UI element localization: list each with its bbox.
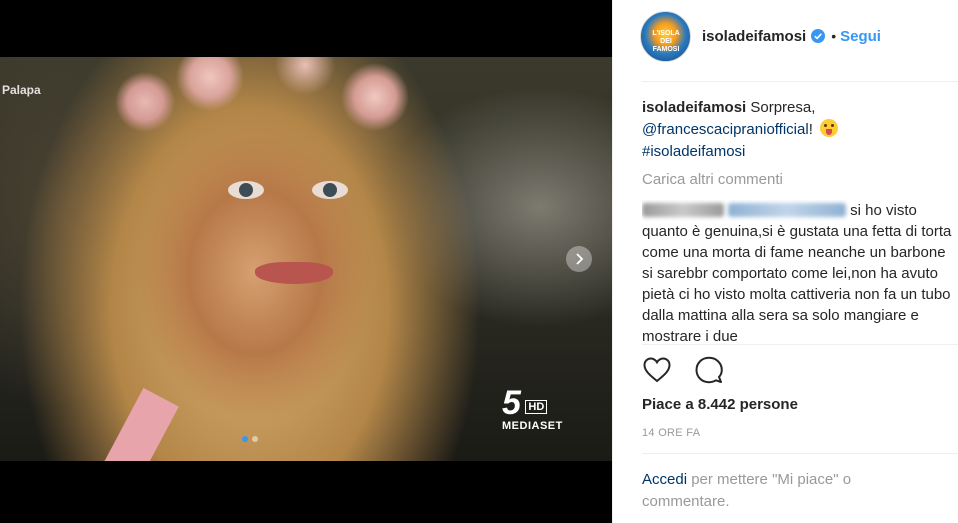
- carousel-dot-active: [242, 436, 248, 442]
- caption-exclamation: !: [808, 121, 813, 138]
- winking-tongue-emoji: [820, 119, 839, 137]
- comment-mention-blurred[interactable]: [728, 203, 846, 217]
- swimsuit-strap: [101, 387, 179, 461]
- instagram-post: Palapa 5 HD MEDIASET L'ISOLA DEI FAMOSI …: [0, 0, 958, 523]
- header-divider: [642, 81, 958, 82]
- post-media[interactable]: Palapa 5 HD MEDIASET: [0, 0, 612, 523]
- next-slide-button[interactable]: [566, 246, 592, 272]
- post-details-panel: L'ISOLA DEI FAMOSI isoladeifamosi • Segu…: [612, 0, 958, 523]
- post-timestamp[interactable]: 14 ORE FA: [642, 427, 700, 439]
- comments-divider: [642, 344, 958, 345]
- caption-mention[interactable]: @francescacipraniofficial: [642, 121, 809, 138]
- left-eye: [228, 181, 264, 199]
- comment-item: si ho visto quanto è genuina,si è gustat…: [642, 200, 958, 344]
- login-prompt: Accedi per mettere "Mi piace" o commenta…: [642, 469, 932, 513]
- header-separator: •: [831, 28, 837, 44]
- load-more-comments-button[interactable]: Carica altri commenti: [642, 171, 783, 188]
- post-header: L'ISOLA DEI FAMOSI isoladeifamosi • Segu…: [640, 10, 958, 62]
- header-username[interactable]: isoladeifamosi: [702, 28, 806, 45]
- location-watermark: Palapa: [2, 83, 41, 97]
- caption-hashtag[interactable]: #isoladeifamosi: [642, 143, 745, 160]
- footer-divider: [642, 453, 958, 454]
- mediaset-label: MEDIASET: [502, 420, 563, 432]
- avatar-logo-text: L'ISOLA DEI FAMOSI: [652, 29, 680, 53]
- comment-bubble-icon: [695, 356, 723, 384]
- mouth: [255, 262, 333, 284]
- right-eye: [312, 181, 348, 199]
- likes-count[interactable]: Piace a 8.442 persone: [642, 396, 798, 413]
- verified-badge-icon: [811, 29, 826, 43]
- carousel-indicators: [242, 436, 258, 442]
- chevron-right-icon: [576, 253, 584, 265]
- avatar[interactable]: L'ISOLA DEI FAMOSI: [640, 10, 691, 62]
- post-caption: isoladeifamosi Sorpresa, @francescacipra…: [642, 97, 942, 163]
- comment-username-blurred[interactable]: [642, 203, 724, 217]
- caption-username[interactable]: isoladeifamosi: [642, 99, 746, 116]
- flower-crown: [105, 57, 420, 147]
- login-link[interactable]: Accedi: [642, 471, 687, 488]
- carousel-dot: [252, 436, 258, 442]
- heart-icon: [643, 357, 671, 383]
- post-actions: [642, 355, 724, 385]
- like-button[interactable]: [642, 355, 672, 385]
- comment-button[interactable]: [694, 355, 724, 385]
- follow-button[interactable]: Segui: [840, 28, 881, 45]
- channel-number: 5: [502, 384, 521, 422]
- hd-label: HD: [525, 400, 548, 414]
- comment-text: si ho visto quanto è genuina,si è gustat…: [642, 202, 952, 344]
- caption-text: Sorpresa,: [750, 99, 816, 116]
- channel-logo: 5 HD MEDIASET: [502, 384, 563, 432]
